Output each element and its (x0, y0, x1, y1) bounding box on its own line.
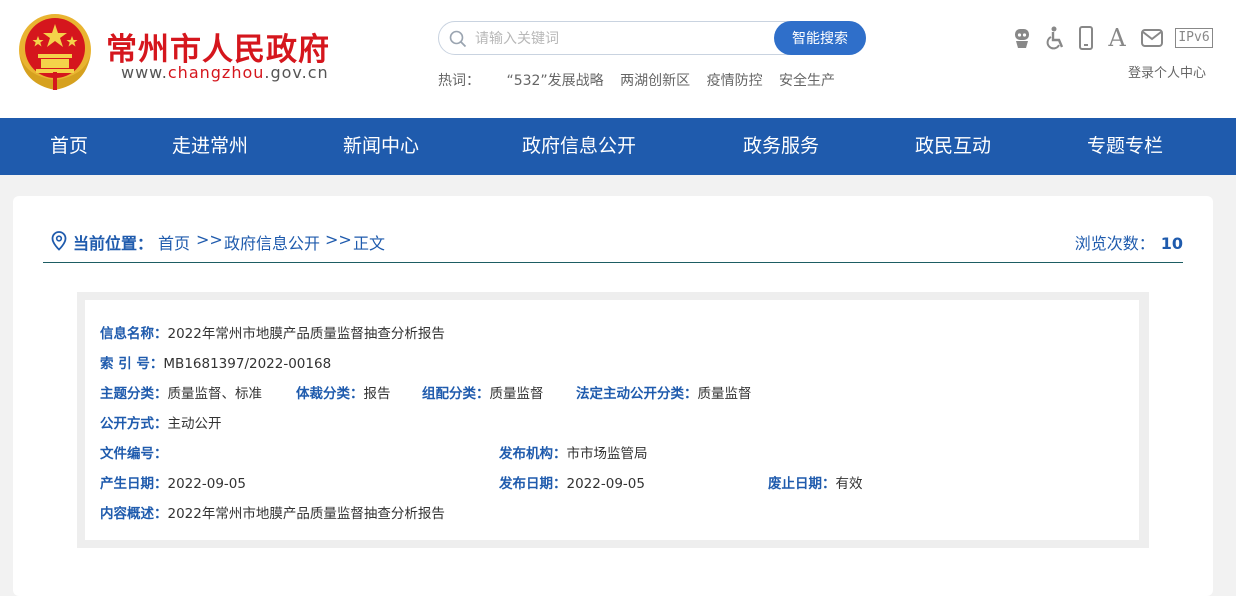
info-label: 索 引 号： (100, 356, 164, 372)
view-count-value: 10 (1160, 234, 1183, 253)
info-value: 质量监督 (697, 386, 752, 402)
site-header: 常州市人民政府 www.changzhou.gov.cn 智能搜索 热词： “5… (0, 0, 1236, 118)
nav-item-interaction[interactable]: 政民互动 (915, 118, 991, 175)
breadcrumb: 当前位置： 首页 >> 政府信息公开 >> 正文 浏览次数： 10 (43, 222, 1183, 263)
info-label: 公开方式： (100, 416, 168, 432)
info-table: 信息名称：2022年常州市地膜产品质量监督抽查分析报告 索 引 号：MB1681… (77, 292, 1149, 548)
info-value: 报告 (363, 386, 391, 402)
info-row-docno: 文件编号： 发布机构：市市场监管局 (100, 442, 1120, 462)
main-nav: 首页 走进常州 新闻中心 政府信息公开 政务服务 政民互动 专题专栏 (0, 118, 1236, 175)
info-value: 市市场监管局 (566, 446, 648, 462)
content-card: 当前位置： 首页 >> 政府信息公开 >> 正文 浏览次数： 10 信息名称：20… (13, 196, 1213, 596)
info-value: 质量监督、标准 (167, 386, 263, 402)
url-domain: changzhou (167, 63, 265, 82)
hot-word-link[interactable]: 安全生产 (779, 73, 835, 89)
hot-words: 热词： “532”发展战略 两湖创新区 疫情防控 安全生产 (438, 70, 847, 90)
info-label: 产生日期： (100, 476, 168, 492)
info-value: MB1681397/2022-00168 (163, 356, 332, 372)
smart-search-button[interactable]: 智能搜索 (774, 21, 866, 55)
hot-word-link[interactable]: 两湖创新区 (620, 73, 690, 89)
info-value: 2022-09-05 (167, 476, 246, 492)
breadcrumb-label: 当前位置： (73, 234, 154, 253)
info-label: 废止日期： (768, 476, 836, 492)
info-label: 组配分类： (422, 386, 490, 402)
info-label: 内容概述： (100, 506, 168, 522)
hot-word-link[interactable]: 疫情防控 (707, 73, 763, 89)
info-label: 法定主动公开分类： (576, 386, 698, 402)
info-row-mode: 公开方式：主动公开 (100, 412, 222, 432)
breadcrumb-separator: >> (196, 230, 223, 249)
info-table-inner: 信息名称：2022年常州市地膜产品质量监督抽查分析报告 索 引 号：MB1681… (85, 300, 1139, 540)
breadcrumb-home[interactable]: 首页 (158, 230, 190, 254)
nav-item-gov-info[interactable]: 政府信息公开 (522, 118, 636, 175)
hot-word-link[interactable]: “532”发展战略 (506, 73, 603, 89)
site-url[interactable]: www.changzhou.gov.cn (121, 63, 329, 82)
accessibility-icon[interactable] (1044, 24, 1068, 52)
login-personal-center-link[interactable]: 登录个人中心 (1128, 62, 1206, 81)
nav-item-news[interactable]: 新闻中心 (343, 118, 419, 175)
mail-icon[interactable] (1140, 24, 1164, 52)
info-row-categories: 主题分类：质量监督、标准 体裁分类：报告 组配分类：质量监督 法定主动公开分类：… (100, 382, 1120, 402)
mobile-icon[interactable] (1076, 24, 1096, 52)
info-row-name: 信息名称：2022年常州市地膜产品质量监督抽查分析报告 (100, 322, 445, 342)
info-label: 信息名称： (100, 326, 168, 342)
info-value: 2022年常州市地膜产品质量监督抽查分析报告 (167, 506, 445, 522)
breadcrumb-current: 正文 (353, 234, 386, 253)
url-prefix: www. (121, 63, 168, 82)
hot-words-label: 热词： (438, 73, 480, 89)
info-row-summary: 内容概述：2022年常州市地膜产品质量监督抽查分析报告 (100, 502, 445, 522)
info-label: 主题分类： (100, 386, 168, 402)
info-label: 发布日期： (499, 476, 567, 492)
font-size-icon[interactable]: A (1106, 24, 1128, 52)
breadcrumb-gov-info[interactable]: 政府信息公开 (224, 230, 320, 254)
view-count-label: 浏览次数： (1074, 234, 1155, 253)
search-box: 智能搜索 (438, 21, 866, 55)
ipv6-icon[interactable]: IPv6 (1175, 24, 1213, 52)
nav-item-about[interactable]: 走进常州 (172, 118, 248, 175)
nav-item-topics[interactable]: 专题专栏 (1087, 118, 1163, 175)
search-input[interactable] (473, 25, 777, 53)
info-value: 2022-09-05 (566, 476, 645, 492)
robot-icon[interactable] (1010, 24, 1034, 52)
info-value: 主动公开 (167, 416, 222, 432)
info-value: 2022年常州市地膜产品质量监督抽查分析报告 (167, 326, 445, 342)
info-label: 发布机构： (499, 446, 567, 462)
info-label: 体裁分类： (296, 386, 364, 402)
info-value: 质量监督 (489, 386, 544, 402)
search-icon (449, 30, 467, 48)
info-value: 有效 (835, 476, 863, 492)
info-label: 文件编号： (100, 446, 168, 462)
view-count: 浏览次数： 10 (1075, 230, 1183, 254)
ipv6-label: IPv6 (1175, 28, 1213, 48)
breadcrumb-separator: >> (325, 230, 352, 249)
url-suffix: .gov.cn (264, 63, 329, 82)
info-row-index: 索 引 号：MB1681397/2022-00168 (100, 352, 331, 372)
nav-item-services[interactable]: 政务服务 (743, 118, 819, 175)
nav-item-home[interactable]: 首页 (50, 118, 88, 175)
location-pin-icon (51, 231, 67, 255)
info-row-dates: 产生日期：2022-09-05 发布日期：2022-09-05 废止日期：有效 (100, 472, 1120, 492)
national-emblem-icon[interactable] (14, 10, 96, 94)
